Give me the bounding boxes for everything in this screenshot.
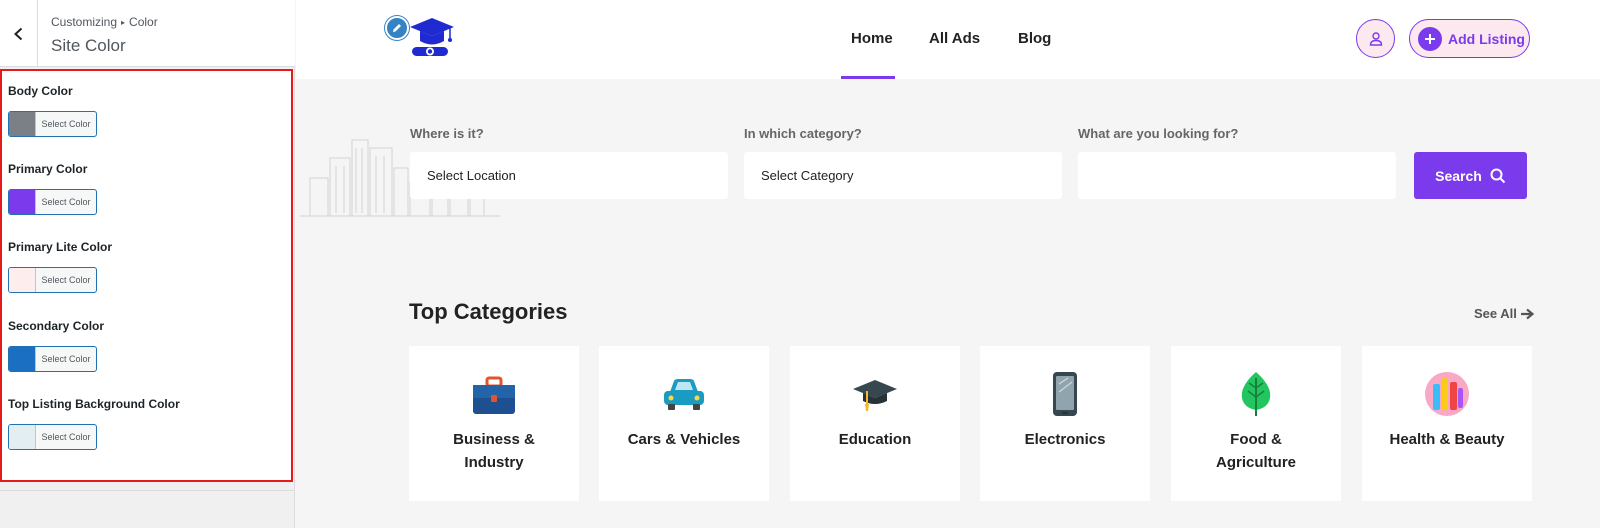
category-card-cars[interactable]: Cars & Vehicles xyxy=(599,346,769,501)
category-card-health-beauty[interactable]: Health & Beauty xyxy=(1362,346,1532,501)
breadcrumb: Customizing ▸ Color xyxy=(51,15,158,29)
user-account-button[interactable] xyxy=(1356,19,1395,58)
body-color-label: Body Color xyxy=(8,84,73,98)
add-listing-label: Add Listing xyxy=(1448,30,1525,47)
primary-lite-color-picker-button[interactable]: Select Color xyxy=(8,267,97,293)
primary-color-control: Primary Color Select Color xyxy=(8,161,97,215)
top-listing-bg-color-control: Top Listing Background Color Select Colo… xyxy=(8,396,180,450)
nav-blog[interactable]: Blog xyxy=(1018,30,1051,47)
top-listing-bg-color-swatch xyxy=(9,425,36,449)
location-label: Where is it? xyxy=(410,126,484,141)
breadcrumb-root: Customizing xyxy=(51,15,118,29)
breadcrumb-separator-icon: ▸ xyxy=(121,18,126,27)
site-logo[interactable] xyxy=(408,15,456,61)
category-card-electronics[interactable]: Electronics xyxy=(980,346,1150,501)
briefcase-icon xyxy=(473,376,515,414)
add-listing-button[interactable]: Add Listing xyxy=(1409,19,1530,58)
secondary-color-picker-button[interactable]: Select Color xyxy=(8,346,97,372)
category-label: Education xyxy=(838,431,912,448)
pencil-icon xyxy=(393,24,401,32)
graduation-cap-icon xyxy=(853,380,897,411)
secondary-color-control: Secondary Color Select Color xyxy=(8,318,104,372)
body-color-picker-button[interactable]: Select Color xyxy=(8,111,97,137)
category-label: Food & Agriculture xyxy=(1215,431,1296,471)
category-label: Health & Beauty xyxy=(1389,431,1505,448)
body-color-control: Body Color Select Color xyxy=(8,83,97,137)
customizer-sidebar: Customizing ▸ Color Site Color Body Color … xyxy=(0,0,295,528)
primary-lite-color-control: Primary Lite Color Select Color xyxy=(8,239,112,293)
category-label: Cars & Vehicles xyxy=(627,431,741,448)
user-icon xyxy=(1369,31,1382,46)
nav-active-indicator xyxy=(841,76,895,79)
plus-icon xyxy=(1418,26,1442,51)
primary-color-picker-button[interactable]: Select Color xyxy=(8,189,97,215)
see-all-link[interactable]: See All xyxy=(1474,306,1535,321)
nav-all-ads[interactable]: All Ads xyxy=(929,30,980,47)
select-color-text: Select Color xyxy=(41,119,91,129)
chevron-left-icon xyxy=(13,27,22,40)
top-listing-bg-color-picker-button[interactable]: Select Color xyxy=(8,424,97,450)
arrow-right-icon xyxy=(1520,308,1535,319)
search-button-label: Search xyxy=(1435,167,1482,184)
category-card-food[interactable]: Food & Agriculture xyxy=(1171,346,1341,501)
keyword-label: What are you looking for? xyxy=(1078,126,1239,141)
customizer-header: Customizing ▸ Color Site Color xyxy=(0,0,295,67)
primary-color-label: Primary Color xyxy=(8,162,88,176)
location-select[interactable]: Select Location xyxy=(410,152,728,199)
select-color-text: Select Color xyxy=(41,197,91,207)
body-color-swatch xyxy=(9,112,36,136)
edit-shortcut-button[interactable] xyxy=(385,16,409,40)
select-color-text: Select Color xyxy=(41,275,91,285)
select-color-text: Select Color xyxy=(41,354,91,364)
top-categories-title: Top Categories xyxy=(409,299,568,324)
search-icon xyxy=(1490,168,1506,183)
section-title: Site Color xyxy=(51,36,126,55)
search-button[interactable]: Search xyxy=(1414,152,1527,199)
category-label: In which category? xyxy=(744,126,862,141)
cosmetics-icon xyxy=(1425,372,1469,416)
secondary-color-label: Secondary Color xyxy=(8,319,105,333)
primary-color-swatch xyxy=(9,190,36,214)
nav-home[interactable]: Home xyxy=(851,30,893,47)
top-listing-bg-color-label: Top Listing Background Color xyxy=(8,397,180,411)
breadcrumb-section: Color xyxy=(129,15,158,29)
car-icon xyxy=(664,379,704,410)
keyword-input[interactable] xyxy=(1078,152,1396,199)
back-button[interactable] xyxy=(0,0,38,67)
category-select[interactable]: Select Category xyxy=(744,152,1062,199)
select-color-text: Select Color xyxy=(41,432,91,442)
category-label: Business & Industry xyxy=(453,431,535,471)
leaf-icon xyxy=(1241,372,1271,416)
category-card-education[interactable]: Education xyxy=(790,346,960,501)
sidebar-divider xyxy=(0,490,295,491)
category-card-business[interactable]: Business & Industry xyxy=(409,346,579,501)
category-label: Electronics xyxy=(1024,431,1106,448)
see-all-label: See All xyxy=(1474,306,1517,321)
primary-lite-color-label: Primary Lite Color xyxy=(8,240,113,254)
smartphone-icon xyxy=(1053,372,1077,416)
color-controls-panel: Body Color Select Color Primary Color Se… xyxy=(0,69,293,482)
primary-lite-color-swatch xyxy=(9,268,36,292)
secondary-color-swatch xyxy=(9,347,36,371)
